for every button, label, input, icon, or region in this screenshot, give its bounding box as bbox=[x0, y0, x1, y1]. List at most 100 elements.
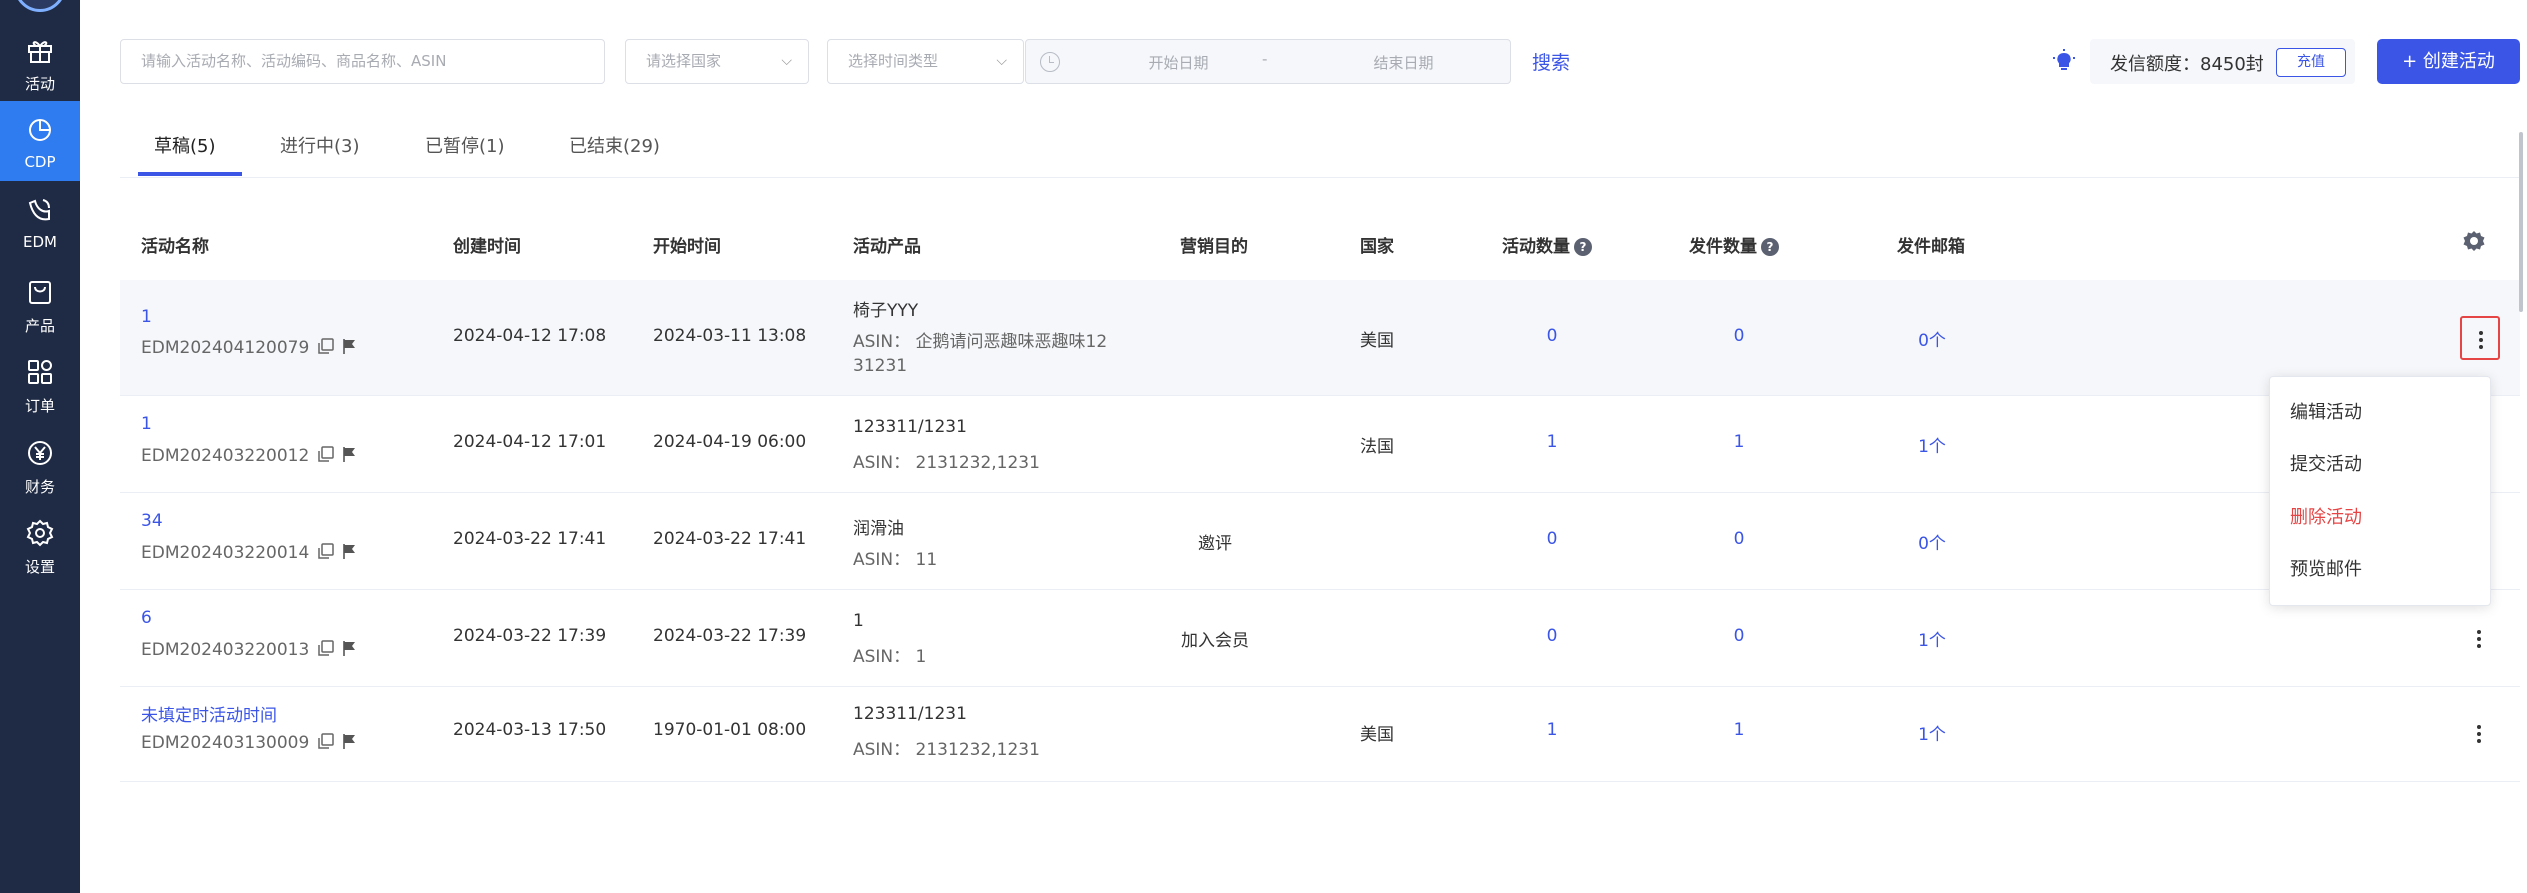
copy-icon[interactable] bbox=[317, 446, 335, 463]
lightbulb-icon[interactable] bbox=[2052, 48, 2076, 74]
send-count[interactable]: 1 bbox=[1679, 720, 1799, 740]
menu-item-edit-activity[interactable]: 编辑活动 bbox=[2290, 398, 2362, 424]
header-start: 开始时间 bbox=[653, 237, 721, 257]
table-row: 1 EDM202403220012 2024-04-12 17:01 2024-… bbox=[120, 397, 2520, 493]
product-asin-cont: 31231 bbox=[853, 356, 908, 376]
sidebar-item-edm[interactable]: EDM bbox=[0, 181, 80, 261]
copy-icon[interactable] bbox=[317, 338, 335, 355]
mailbox-count[interactable]: 0个 bbox=[1872, 529, 1992, 554]
mailbox-count[interactable]: 0个 bbox=[1872, 326, 1992, 351]
header-send-count: 发件数量? bbox=[1689, 232, 1779, 257]
copy-icon[interactable] bbox=[317, 543, 335, 560]
activity-code-text: EDM202404120079 bbox=[141, 338, 310, 358]
help-icon[interactable]: ? bbox=[1761, 238, 1779, 256]
copy-icon[interactable] bbox=[317, 733, 335, 750]
time-type-select[interactable]: 选择时间类型 ⌵ bbox=[827, 39, 1024, 84]
sidebar-item-product[interactable]: 产品 bbox=[0, 263, 80, 343]
more-actions-button[interactable] bbox=[2460, 712, 2500, 756]
table-row: 34 EDM202403220014 2024-03-22 17:41 2024… bbox=[120, 494, 2520, 590]
activity-count[interactable]: 0 bbox=[1492, 626, 1612, 646]
search-input[interactable]: 请输入活动名称、活动编码、商品名称、ASIN bbox=[120, 39, 605, 84]
header-activity-count: 活动数量? bbox=[1502, 232, 1592, 257]
send-count[interactable]: 0 bbox=[1679, 529, 1799, 549]
send-count[interactable]: 0 bbox=[1679, 626, 1799, 646]
activity-code-text: EDM202403220013 bbox=[141, 640, 310, 660]
more-vertical-icon bbox=[2479, 331, 2483, 349]
flag-icon[interactable] bbox=[341, 640, 357, 657]
flag-icon[interactable] bbox=[341, 733, 357, 750]
product-name: 123311/1231 bbox=[853, 417, 967, 437]
menu-item-submit-activity[interactable]: 提交活动 bbox=[2290, 450, 2362, 476]
activity-code: EDM202403220013 bbox=[141, 640, 357, 662]
country: 法国 bbox=[1360, 437, 1394, 457]
flag-icon[interactable] bbox=[341, 446, 357, 463]
flag-icon[interactable] bbox=[341, 543, 357, 560]
product-name: 123311/1231 bbox=[853, 704, 967, 724]
start-time: 2024-04-19 06:00 bbox=[653, 432, 807, 452]
activity-count[interactable]: 1 bbox=[1492, 432, 1612, 452]
created-time: 2024-03-22 17:41 bbox=[453, 529, 607, 549]
more-actions-button[interactable] bbox=[2460, 617, 2500, 661]
activity-code-text: EDM202403130009 bbox=[141, 733, 310, 753]
mailbox-count[interactable]: 1个 bbox=[1872, 626, 1992, 651]
sidebar-item-label: CDP bbox=[24, 153, 56, 171]
activity-code: EDM202403220014 bbox=[141, 543, 357, 565]
product-asin: ASIN： 2131232,1231 bbox=[853, 453, 1040, 473]
send-count[interactable]: 0 bbox=[1679, 326, 1799, 346]
sidebar-item-settings[interactable]: 设置 bbox=[0, 504, 80, 584]
send-quota-text: 发信额度：8450封 bbox=[2110, 54, 2264, 75]
row-actions-menu: 编辑活动 提交活动 删除活动 预览邮件 bbox=[2269, 376, 2491, 606]
tab-ended[interactable]: 已结束(29) bbox=[569, 132, 660, 158]
date-range-picker[interactable]: 开始日期 - 结束日期 bbox=[1025, 39, 1511, 84]
activity-name-link[interactable]: 未填定时活动时间 bbox=[141, 701, 277, 726]
header-purpose: 营销目的 bbox=[1180, 237, 1248, 257]
sidebar-item-label: 活动 bbox=[24, 75, 55, 93]
activity-name-link[interactable]: 1 bbox=[141, 414, 152, 434]
activity-code: EDM202404120079 bbox=[141, 338, 357, 360]
activity-name-link[interactable]: 34 bbox=[141, 511, 163, 531]
sidebar-item-activity[interactable]: 活动 bbox=[0, 21, 80, 101]
menu-item-delete-activity[interactable]: 删除活动 bbox=[2290, 503, 2362, 529]
copy-icon[interactable] bbox=[317, 640, 335, 657]
create-activity-button[interactable]: + 创建活动 bbox=[2377, 39, 2520, 84]
country-select[interactable]: 请选择国家 ⌵ bbox=[625, 39, 809, 84]
sidebar-item-order[interactable]: 订单 bbox=[0, 343, 80, 423]
search-placeholder: 请输入活动名称、活动编码、商品名称、ASIN bbox=[141, 52, 447, 70]
sidebar-item-cdp[interactable]: CDP bbox=[0, 101, 80, 181]
sidebar-item-label: 订单 bbox=[24, 397, 55, 415]
start-time: 1970-01-01 08:00 bbox=[653, 720, 807, 740]
more-vertical-icon bbox=[2477, 725, 2481, 743]
chevron-down-icon: ⌵ bbox=[781, 53, 792, 69]
activity-count[interactable]: 0 bbox=[1492, 529, 1612, 549]
created-time: 2024-04-12 17:01 bbox=[453, 432, 607, 452]
header-created: 创建时间 bbox=[453, 237, 521, 257]
mailbox-count[interactable]: 1个 bbox=[1872, 432, 1992, 457]
menu-item-preview-email[interactable]: 预览邮件 bbox=[2290, 555, 2362, 581]
marketing-purpose: 加入会员 bbox=[1181, 631, 1249, 651]
activity-name-link[interactable]: 6 bbox=[141, 608, 152, 628]
start-date-input[interactable]: 开始日期 bbox=[1121, 52, 1236, 73]
edm-icon bbox=[28, 199, 50, 221]
activity-name-link[interactable]: 1 bbox=[141, 307, 152, 327]
activity-count[interactable]: 1 bbox=[1492, 720, 1612, 740]
recharge-button[interactable]: 充值 bbox=[2276, 48, 2346, 77]
start-time: 2024-03-22 17:39 bbox=[653, 626, 807, 646]
tab-in-progress[interactable]: 进行中(3) bbox=[280, 132, 360, 158]
mailbox-count[interactable]: 1个 bbox=[1872, 720, 1992, 745]
end-date-input[interactable]: 结束日期 bbox=[1346, 52, 1461, 73]
clock-icon bbox=[1040, 52, 1060, 72]
send-count[interactable]: 1 bbox=[1679, 432, 1799, 452]
send-quota-panel: 发信额度：8450封 充值 bbox=[2090, 39, 2355, 84]
search-button[interactable]: 搜索 bbox=[1532, 48, 1570, 75]
header-label: 发件数量 bbox=[1689, 237, 1757, 257]
activity-count[interactable]: 0 bbox=[1492, 326, 1612, 346]
sidebar-item-finance[interactable]: 财务 bbox=[0, 424, 80, 504]
order-grid-icon bbox=[28, 360, 52, 384]
help-icon[interactable]: ? bbox=[1574, 238, 1592, 256]
column-settings-gear-icon[interactable] bbox=[2461, 229, 2487, 255]
tab-paused[interactable]: 已暂停(1) bbox=[425, 132, 505, 158]
tab-draft[interactable]: 草稿(5) bbox=[154, 132, 216, 158]
scrollbar[interactable] bbox=[2519, 132, 2523, 312]
flag-icon[interactable] bbox=[341, 338, 357, 355]
more-actions-button[interactable] bbox=[2460, 316, 2500, 360]
